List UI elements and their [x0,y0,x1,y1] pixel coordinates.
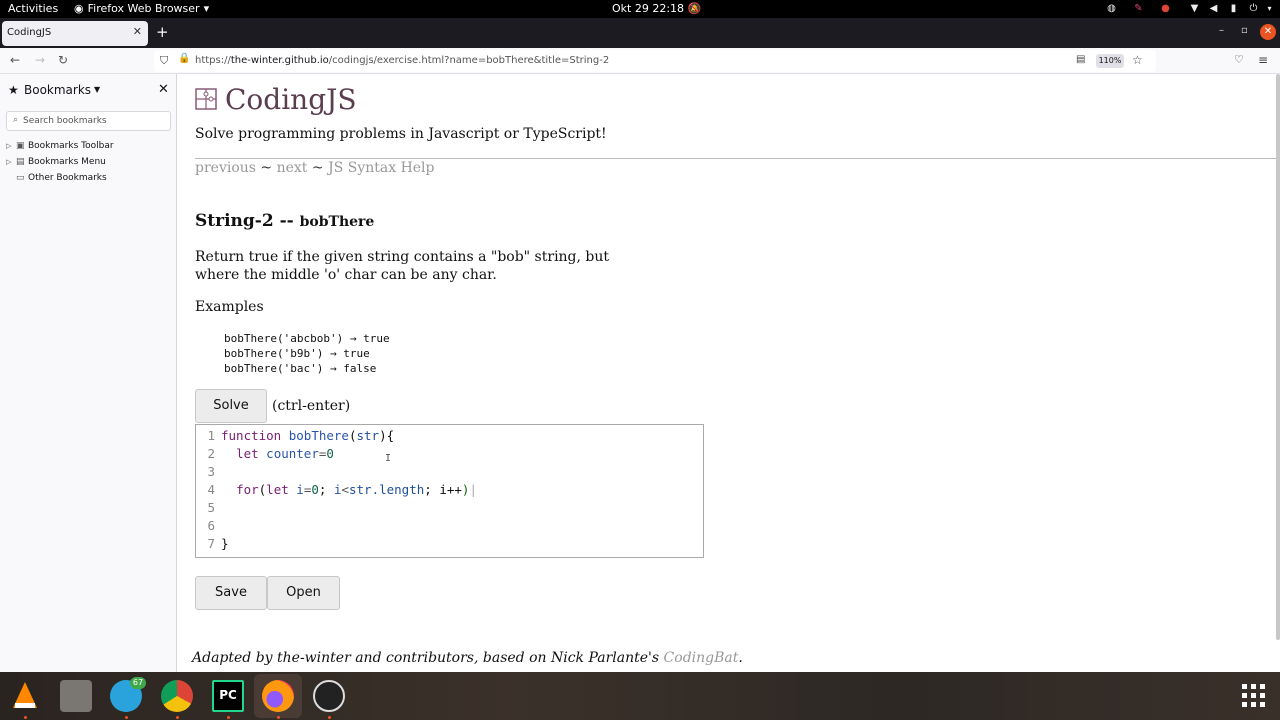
bell-muted-icon: 🔕 [687,2,702,15]
bookmark-star-icon[interactable]: ☆ [1132,53,1143,67]
tracking-shield-icon[interactable]: ⛉ [160,54,168,68]
page-scrollbar[interactable] [1276,74,1280,640]
app-menu-label: Firefox Web Browser [87,2,200,15]
window-close-button[interactable]: ✕ [1260,24,1276,40]
folder-icon: ▭ [16,173,25,183]
code-line[interactable]: 1 function bobThere(str){ [196,427,394,445]
navigation-bar: ← → ↻ ⛉ 🔒 https://the-winter.github.io/c… [0,48,1280,74]
code-editor[interactable]: 1 function bobThere(str){ 2 let counter=0… [195,424,704,558]
minimize-icon[interactable]: – [1219,25,1224,36]
expand-chevron-icon[interactable]: ▷ [6,158,16,166]
problem-description: Return true if the given string contains… [195,249,610,283]
lock-icon[interactable]: 🔒 [178,53,190,64]
divider [195,158,1276,159]
back-button[interactable]: ← [10,53,20,67]
site-title[interactable]: CodingJS [225,83,357,116]
bookmarks-sidebar: ★ Bookmarks ▼ ✕ ⌕ ▷ ▣ Bookmarks Toolbar … [0,74,177,672]
volume-icon[interactable]: ◀ [1208,3,1219,14]
problem-title: String-2 -- bobThere [195,211,375,231]
bookmark-search-input[interactable] [23,112,168,130]
tab-bar: CodingJS ✕ + [0,18,1280,48]
puzzle-logo-icon [195,88,217,110]
toolbar-icon: ▣ [16,141,25,151]
vlc-icon[interactable] [9,680,41,712]
star-icon: ★ [8,83,19,97]
previous-link[interactable]: previous [195,160,256,176]
code-line[interactable]: 7} [196,535,228,553]
example-item: bobThere('bac') → false [224,362,377,375]
maximize-icon[interactable]: ▫ [1241,25,1248,36]
chevron-down-icon[interactable]: ▼ [94,85,100,94]
zoom-level-badge[interactable]: 110% [1096,54,1124,68]
open-button[interactable]: Open [267,576,340,610]
firefox-icon: ◉ [74,2,84,15]
url-text[interactable]: https://the-winter.github.io/codingjs/ex… [195,55,609,66]
system-menu-chevron-icon[interactable]: ▾ [1264,3,1275,14]
pycharm-icon[interactable]: PC [212,680,244,712]
examples-list: bobThere('abcbob') → true bobThere('b9b'… [224,331,390,376]
example-item: bobThere('abcbob') → true [224,332,390,345]
chrome-icon[interactable] [161,680,193,712]
reload-button[interactable]: ↻ [58,53,68,67]
search-icon: ⌕ [13,115,19,125]
activities-button[interactable]: Activities [8,2,58,16]
show-applications-icon[interactable] [1242,684,1266,708]
pocket-icon[interactable]: ♡ [1234,53,1244,66]
tray-pen-icon[interactable]: ✎ [1133,3,1144,14]
save-button[interactable]: Save [195,576,267,610]
tab-codingjs[interactable]: CodingJS ✕ [2,21,148,46]
sidebar-item-bookmarks-toolbar[interactable]: ▷ ▣ Bookmarks Toolbar [6,139,114,153]
examples-heading: Examples [195,299,264,315]
app-menu[interactable]: ◉ Firefox Web Browser ▾ [74,2,209,16]
forward-button[interactable]: → [35,53,45,67]
codingbat-link[interactable]: CodingBat [664,650,739,666]
battery-icon[interactable]: ▮ [1228,3,1239,14]
system-top-bar: Activities ◉ Firefox Web Browser ▾ Okt 2… [0,0,1280,18]
example-item: bobThere('b9b') → true [224,347,370,360]
close-tab-icon[interactable]: ✕ [133,25,142,38]
tray-app-icon[interactable]: ◍ [1106,3,1117,14]
dock: PC [0,672,1280,720]
menu-icon: ▤ [16,157,25,167]
url-bar[interactable]: ⛉ 🔒 https://the-winter.github.io/codingj… [154,50,1156,72]
next-link[interactable]: next [277,160,308,176]
clock-label: Okt 29 22:18 [612,2,685,15]
reader-view-icon[interactable]: ▤ [1076,54,1085,65]
files-icon[interactable] [60,680,92,712]
firefox-dock-icon[interactable] [254,674,302,718]
solve-shortcut-hint: (ctrl-enter) [272,398,351,414]
new-tab-button[interactable]: + [156,23,169,41]
site-description: Solve programming problems in Javascript… [195,126,607,142]
tab-title: CodingJS [7,27,52,38]
js-syntax-help-link[interactable]: JS Syntax Help [328,160,434,176]
expand-chevron-icon[interactable]: ▷ [6,142,16,150]
clock[interactable]: Okt 29 22:18 🔕 [612,2,701,16]
code-line[interactable]: 6 [196,517,215,535]
sidebar-item-bookmarks-menu[interactable]: ▷ ▤ Bookmarks Menu [6,155,106,169]
bookmark-search[interactable]: ⌕ [6,111,171,131]
wifi-icon[interactable]: ▼ [1189,3,1200,14]
sidebar-item-label: Bookmarks Toolbar [28,141,114,151]
chrome-tray-icon[interactable]: ● [1160,3,1171,14]
sidebar-item-other-bookmarks[interactable]: ▭ Other Bookmarks [6,171,107,185]
power-icon[interactable]: ⏻ [1248,3,1259,14]
code-line[interactable]: 2 let counter=0 [196,445,333,463]
hamburger-menu-icon[interactable]: ≡ [1258,53,1268,67]
sidebar-close-icon[interactable]: ✕ [158,82,169,97]
footer-credit: Adapted by the-winter and contributors, … [192,650,743,666]
code-line[interactable]: 5 [196,499,215,517]
sidebar-item-label: Other Bookmarks [28,173,107,183]
code-line[interactable]: 4 for(let i=0; i<str.length; i++)| [196,481,477,499]
chevron-down-icon: ▾ [203,2,210,15]
sidebar-item-label: Bookmarks Menu [28,157,106,167]
code-line[interactable]: 3 [196,463,215,481]
solve-button[interactable]: Solve [195,389,267,423]
problem-nav: previous ~ next ~ JS Syntax Help [195,160,435,176]
obs-icon[interactable] [313,680,345,712]
text-cursor-icon: I [385,453,392,464]
page-content: CodingJS Solve programming problems in J… [178,74,1276,672]
telegram-unread-badge: 67 [130,677,146,689]
sidebar-title[interactable]: Bookmarks [24,83,91,97]
